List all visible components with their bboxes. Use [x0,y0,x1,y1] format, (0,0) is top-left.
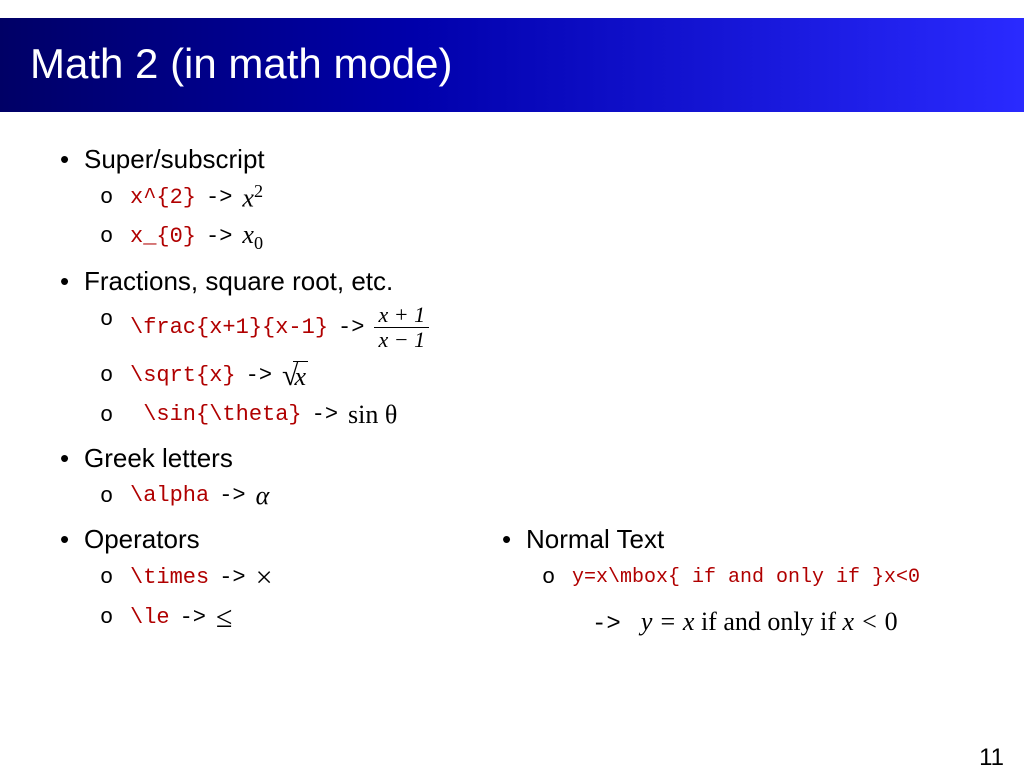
math-text-part: if and only if [701,607,843,636]
code-alpha: \alpha [130,483,209,508]
item-frac: \frac{x+1}{x-1} -> x + 1 x − 1 [100,303,542,353]
left-column: Super/subscript x^{2} -> x2 x_{0} -> x0 … [60,132,542,641]
section-fractions: Fractions, square root, etc. [60,266,542,297]
item-alpha: \alpha -> α [100,480,542,512]
math-output: y = x if and only if x < 0 [641,607,898,636]
section-normal-text: Normal Text [502,524,984,555]
page-number: 11 [979,744,1004,768]
right-column: Normal Text y=x\mbox{ if and only if }x<… [502,512,984,638]
math-base: x [242,184,254,213]
item-x-squared: x^{2} -> x2 [100,181,542,214]
arrow-icon: -> [312,402,338,427]
arrow-icon: -> [592,611,621,638]
math-alpha: α [256,481,270,511]
arrow-icon: -> [246,363,272,388]
math-fraction: x + 1 x − 1 [374,303,429,352]
item-mbox: y=x\mbox{ if and only if }x<0 [542,561,984,593]
item-x-sub-zero: x_{0} -> x0 [100,220,542,254]
item-sqrt: \sqrt{x} -> √x [100,359,542,393]
section-operators: Operators [60,524,542,555]
item-le: \le -> ≤ [100,601,542,635]
item-sin: \sin{\theta} -> sin θ [100,399,542,431]
mbox-output: -> y = x if and only if x < 0 [592,607,984,638]
fraction-numerator: x + 1 [374,303,429,328]
section-superscript: Super/subscript [60,144,542,175]
code-le: \le [130,605,170,630]
slide-title: Math 2 (in math mode) [0,18,1024,112]
math-times: × [256,561,273,595]
arrow-icon: -> [206,185,232,210]
item-times: \times -> × [100,561,542,595]
section-greek: Greek letters [60,443,542,474]
arrow-icon: -> [219,565,245,590]
math-subscript: 0 [254,233,263,253]
math-x-sub-zero: x0 [242,220,263,254]
arrow-icon: -> [219,483,245,508]
code-sin: \sin{\theta} [130,402,302,427]
arrow-icon: -> [206,224,232,249]
arrow-icon: -> [338,315,364,340]
math-part: x < [842,607,884,636]
radicand: x [293,361,309,391]
code-x-sub-zero: x_{0} [130,224,196,249]
math-sqrt: √x [282,359,308,393]
arrow-icon: -> [180,605,206,630]
math-zero: 0 [885,607,898,636]
slide: Math 2 (in math mode) Super/subscript x^… [0,18,1024,768]
code-times: \times [130,565,209,590]
math-part: y = x [641,607,701,636]
fraction-denominator: x − 1 [374,328,429,352]
math-superscript: 2 [254,181,263,201]
code-x-squared: x^{2} [130,185,196,210]
math-le: ≤ [216,601,232,635]
math-base: x [242,220,254,249]
slide-body: Super/subscript x^{2} -> x2 x_{0} -> x0 … [0,112,1024,641]
math-x-squared: x2 [242,181,263,214]
code-sqrt: \sqrt{x} [130,363,236,388]
code-mbox: y=x\mbox{ if and only if }x<0 [572,566,920,589]
code-frac: \frac{x+1}{x-1} [130,315,328,340]
math-sin: sin θ [348,400,397,430]
